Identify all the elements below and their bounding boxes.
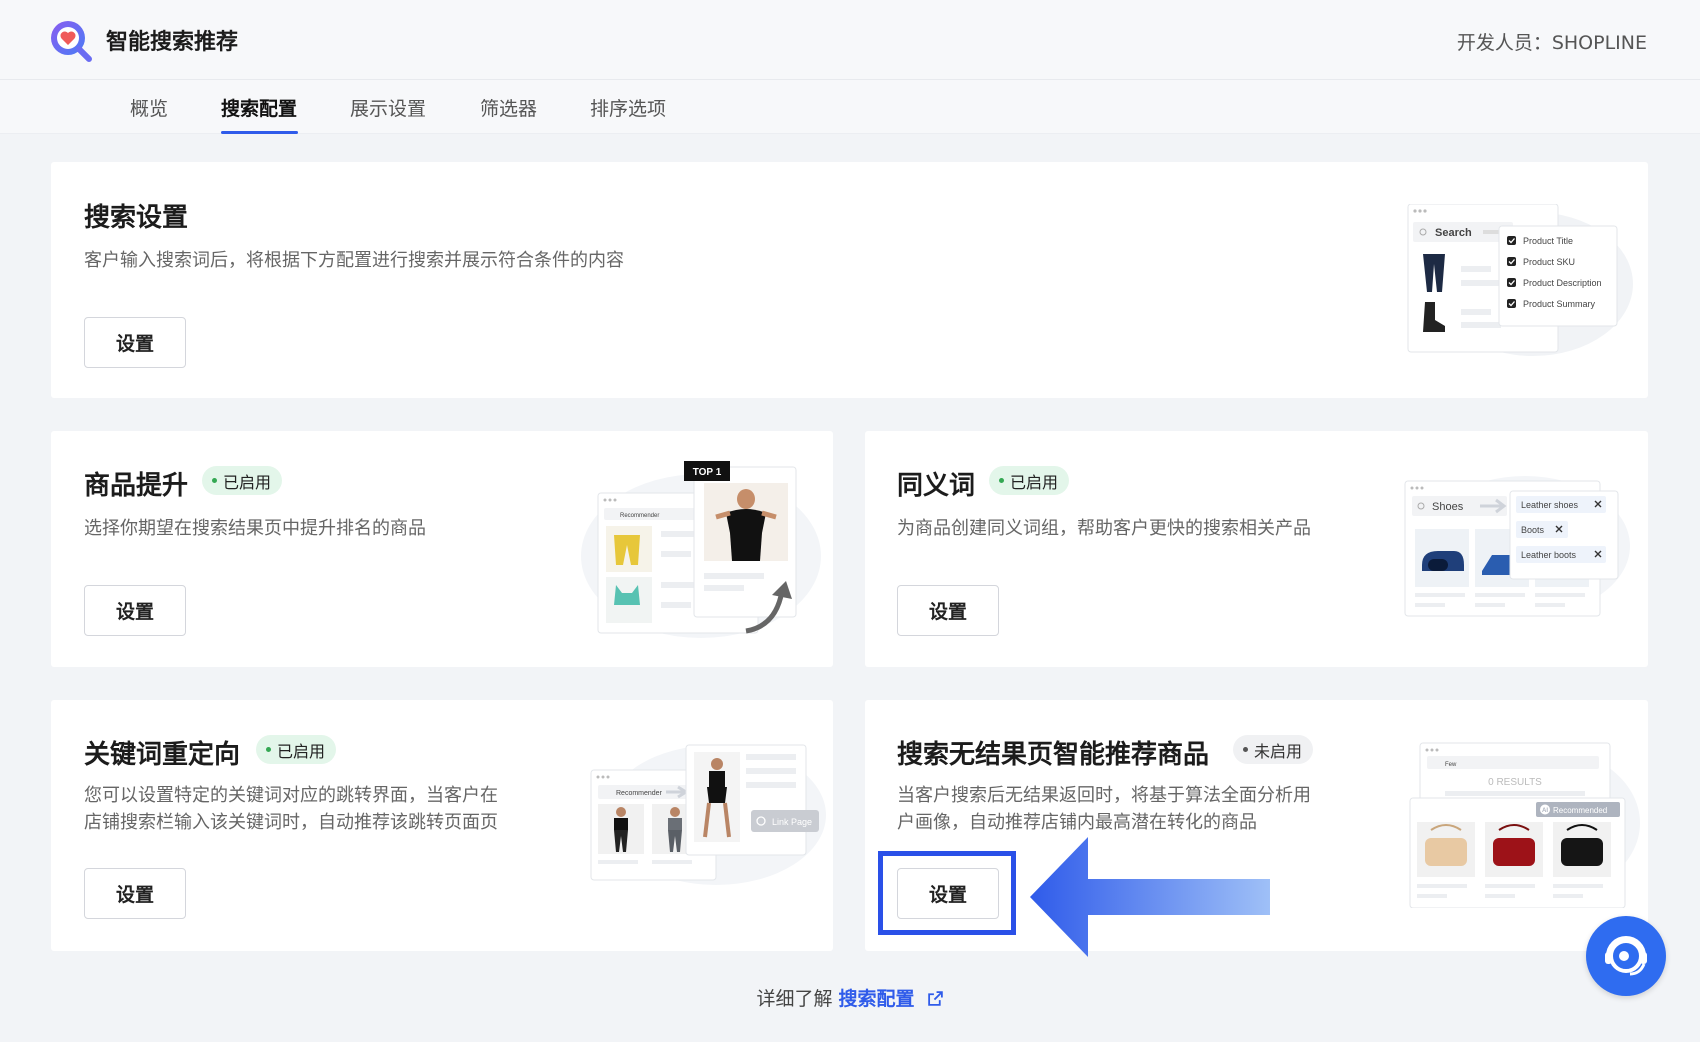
developer-label: 开发人员：SHOPLINE bbox=[1456, 32, 1647, 54]
search-settings-button[interactable]: 设置 bbox=[84, 317, 186, 368]
card-description: 当客户搜索后无结果返回时，将基于算法全面分析用 户画像，自动推荐店铺内最高潜在转… bbox=[897, 782, 1311, 836]
description-line: 您可以设置特定的关键词对应的跳转界面，当客户在 bbox=[84, 785, 498, 806]
synonyms-illustration: Shoes Leather shoes Boots Leather boots bbox=[1404, 476, 1630, 617]
illus-tag: Leather boots bbox=[1521, 550, 1577, 560]
customer-support-icon bbox=[1605, 936, 1647, 976]
status-badge-label: 已启用 bbox=[277, 741, 326, 761]
no-results-illustration: Few 0 RESULTS AI Recommended bbox=[1409, 742, 1640, 908]
description-line: 户画像，自动推荐店铺内最高潜在转化的商品 bbox=[897, 812, 1257, 833]
synonyms-button[interactable]: 设置 bbox=[897, 585, 999, 636]
illus-tag: Leather shoes bbox=[1521, 500, 1579, 510]
highlight-box bbox=[878, 851, 1016, 935]
card-title: 同义词 bbox=[897, 471, 976, 501]
illus-top-label: TOP 1 bbox=[693, 467, 722, 478]
illus-tag: Boots bbox=[1521, 525, 1545, 535]
illus-option: Product Summary bbox=[1523, 299, 1596, 309]
keyword-redirect-card: 关键词重定向 已启用 您可以设置特定的关键词对应的跳转界面，当客户在 店铺搜索栏… bbox=[51, 700, 833, 951]
pointer-arrow-icon bbox=[1030, 837, 1270, 957]
illus-option: Product SKU bbox=[1523, 257, 1575, 267]
search-config-link[interactable]: 搜索配置 bbox=[838, 988, 914, 1010]
description-line: 店铺搜索栏输入该关键词时，自动推荐该跳转页面页 bbox=[84, 812, 498, 833]
status-badge-label: 已启用 bbox=[223, 472, 272, 492]
status-badge: 未启用 bbox=[1233, 735, 1314, 764]
tab-overview[interactable]: 概览 bbox=[130, 94, 168, 121]
active-tab-indicator bbox=[221, 131, 298, 134]
card-description: 客户输入搜索词后，将根据下方配置进行搜索并展示符合条件的内容 bbox=[84, 250, 624, 271]
keyword-redirect-button[interactable]: 设置 bbox=[84, 868, 186, 919]
footer-prefix: 详细了解 bbox=[756, 988, 833, 1010]
description-line: 当客户搜索后无结果返回时，将基于算法全面分析用 bbox=[897, 785, 1311, 806]
illus-option: Product Description bbox=[1523, 278, 1602, 288]
illus-search-label: Search bbox=[1435, 227, 1472, 239]
card-title: 搜索无结果页智能推荐商品 bbox=[897, 740, 1210, 770]
synonyms-card: 同义词 已启用 为商品创建同义词组，帮助客户更快的搜索相关产品 设置 Shoes… bbox=[865, 431, 1648, 667]
status-dot bbox=[1243, 747, 1248, 752]
search-heart-icon bbox=[51, 21, 92, 62]
illus-search-value: Shoes bbox=[1432, 501, 1464, 513]
card-title: 商品提升 bbox=[84, 471, 189, 501]
status-dot bbox=[212, 478, 217, 483]
status-dot bbox=[266, 747, 271, 752]
status-badge-label: 未启用 bbox=[1254, 741, 1303, 761]
status-badge: 已启用 bbox=[989, 466, 1070, 495]
product-boost-card: 商品提升 已启用 选择你期望在搜索结果页中提升排名的商品 设置 Recommen… bbox=[51, 431, 833, 667]
search-settings-illustration: Search Product Title Product SKU Product… bbox=[1407, 204, 1633, 356]
illus-search-value: Few bbox=[1445, 762, 1457, 768]
status-dot bbox=[999, 478, 1004, 483]
tab-filters[interactable]: 筛选器 bbox=[480, 94, 537, 121]
product-boost-illustration: Recommender TOP 1 bbox=[581, 461, 821, 638]
illus-ai-label: Recommended bbox=[1553, 806, 1607, 815]
tab-bar: 概览 搜索配置 展示设置 筛选器 排序选项 bbox=[0, 80, 1700, 134]
app-title: 智能搜索推荐 bbox=[106, 30, 239, 55]
keyword-redirect-illustration: Recommender Link Page bbox=[590, 744, 826, 885]
illus-header-label: Recommender bbox=[620, 513, 659, 519]
card-description: 您可以设置特定的关键词对应的跳转界面，当客户在 店铺搜索栏输入该关键词时，自动推… bbox=[84, 782, 498, 836]
footer: 详细了解 搜索配置 bbox=[0, 984, 1700, 1011]
tab-search-config[interactable]: 搜索配置 bbox=[221, 94, 297, 121]
card-title: 关键词重定向 bbox=[84, 740, 241, 770]
external-link-icon[interactable] bbox=[927, 990, 944, 1007]
illus-option: Product Title bbox=[1523, 236, 1573, 246]
tab-display-settings[interactable]: 展示设置 bbox=[350, 94, 426, 121]
status-badge: 已启用 bbox=[256, 735, 337, 764]
illus-results-label: 0 RESULTS bbox=[1488, 777, 1542, 788]
illus-header-label: Recommender bbox=[616, 790, 663, 797]
top-bar: 智能搜索推荐 开发人员：SHOPLINE bbox=[0, 0, 1700, 80]
card-description: 为商品创建同义词组，帮助客户更快的搜索相关产品 bbox=[897, 518, 1311, 539]
card-description: 选择你期望在搜索结果页中提升排名的商品 bbox=[84, 518, 426, 539]
card-title: 搜索设置 bbox=[84, 203, 189, 233]
tab-sort-options[interactable]: 排序选项 bbox=[590, 94, 666, 121]
customer-support-button[interactable] bbox=[1586, 916, 1666, 996]
status-badge-label: 已启用 bbox=[1010, 472, 1059, 492]
illus-ai-badge: AI bbox=[1542, 808, 1548, 814]
status-badge: 已启用 bbox=[202, 466, 283, 495]
product-boost-button[interactable]: 设置 bbox=[84, 585, 186, 636]
illus-link-label: Link Page bbox=[772, 817, 812, 827]
search-settings-card: 搜索设置 客户输入搜索词后，将根据下方配置进行搜索并展示符合条件的内容 设置 S… bbox=[51, 162, 1648, 398]
